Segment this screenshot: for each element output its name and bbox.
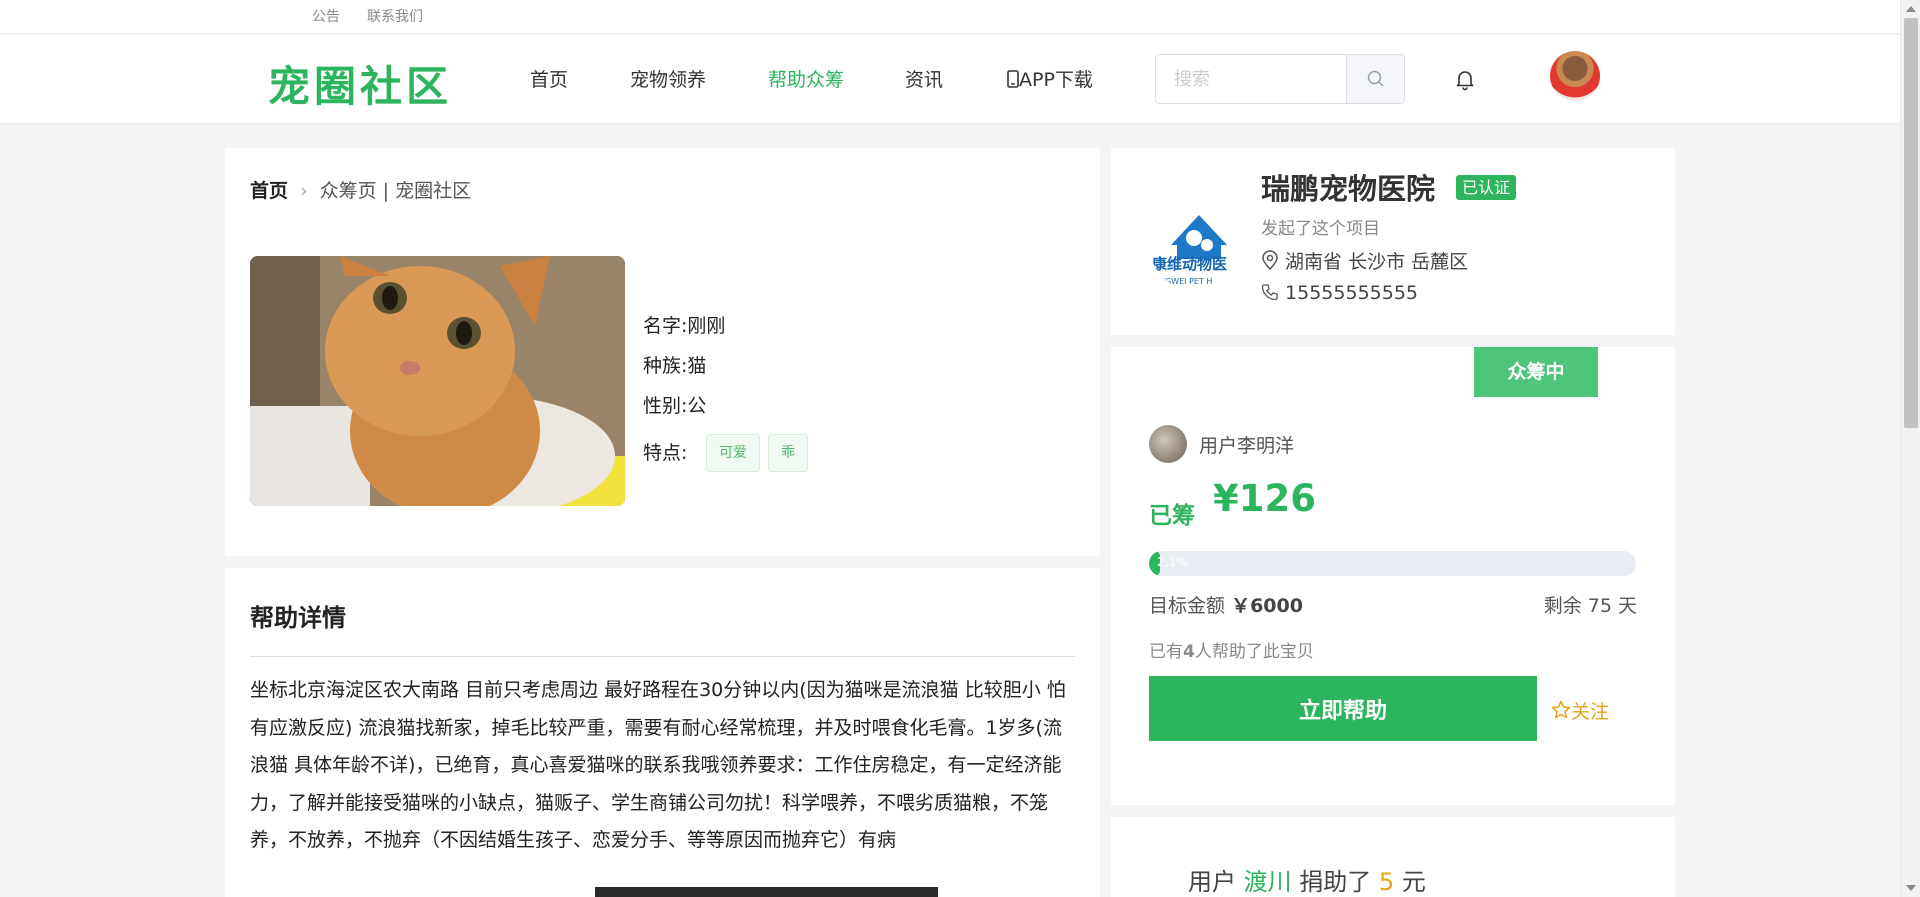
goal-label: 目标金额 — [1149, 595, 1226, 617]
hospital-logo-subtext: NGWEI PET H — [1159, 277, 1212, 286]
donation-unit: 元 — [1401, 868, 1426, 896]
nav-home[interactable]: 首页 — [530, 65, 568, 92]
pet-info-card: 首页 › 众筹页 | 宠圈社区 名字:刚刚 种族:猫 性别:公 特点: 可爱 乖 — [225, 148, 1100, 556]
pet-gender: 公 — [687, 395, 707, 417]
detail-image — [595, 887, 938, 897]
nav-app-label: APP下载 — [1019, 69, 1093, 91]
trait-tag: 可爱 — [706, 434, 760, 472]
notice-link[interactable]: 公告 — [312, 6, 340, 26]
user-avatar[interactable] — [1550, 51, 1600, 101]
pet-traits-label: 特点: — [643, 442, 688, 464]
page-scrollbar[interactable] — [1900, 0, 1920, 897]
divider — [250, 656, 1075, 657]
verified-badge: 已认证 — [1456, 175, 1517, 200]
goal-value: ￥6000 — [1231, 595, 1303, 617]
breadcrumb: 首页 › 众筹页 | 宠圈社区 — [250, 176, 471, 203]
raised-label: 已筹 — [1149, 503, 1195, 529]
chevron-right-icon: › — [300, 180, 308, 202]
donation-record: 用户 渡川 捐助了 5 元 — [1188, 862, 1426, 897]
helpers-number: 4 — [1183, 642, 1195, 662]
hospital-logo-text: 康维动物医 — [1152, 255, 1227, 273]
kitten-image — [250, 256, 625, 506]
pet-species-row: 种族:猫 — [643, 351, 706, 378]
site-logo[interactable]: 宠圈社区 — [268, 53, 452, 114]
campaign-user-name[interactable]: 用户李明洋 — [1199, 431, 1294, 458]
main-header: 宠圈社区 首页 宠物领养 帮助众筹 资讯 APP下载 — [0, 35, 1900, 123]
hospital-phone-text: 15555555555 — [1285, 282, 1419, 304]
helpers-count: 已有4人帮助了此宝贝 — [1149, 637, 1314, 662]
pet-species-label: 种族: — [643, 355, 688, 377]
scroll-thumb[interactable] — [1904, 18, 1918, 428]
hospital-logo-image: 康维动物医 NGWEI PET H — [1150, 194, 1248, 292]
nav-app-download[interactable]: APP下载 — [1007, 65, 1093, 92]
helpers-prefix: 已有 — [1149, 642, 1183, 662]
bell-icon[interactable] — [1453, 67, 1477, 91]
contact-link[interactable]: 联系我们 — [367, 6, 423, 26]
pet-name: 刚刚 — [687, 315, 726, 337]
campaign-user-avatar[interactable] — [1149, 425, 1187, 463]
breadcrumb-home[interactable]: 首页 — [250, 180, 288, 202]
breadcrumb-current: 众筹页 | 宠圈社区 — [319, 180, 472, 202]
donor-name[interactable]: 渡川 — [1244, 868, 1292, 896]
donation-record-card: 用户 渡川 捐助了 5 元 — [1111, 817, 1675, 897]
goal-amount: 目标金额 ￥6000 — [1149, 591, 1303, 618]
star-icon — [1551, 700, 1571, 719]
help-now-button[interactable]: 立即帮助 — [1149, 676, 1537, 741]
pet-gender-label: 性别: — [643, 395, 688, 417]
nav-news[interactable]: 资讯 — [905, 65, 943, 92]
location-icon — [1262, 250, 1278, 271]
detail-text: 坐标北京海淀区农大南路 目前只考虑周边 最好路程在30分钟以内(因为猫咪是流浪猫… — [250, 679, 1066, 851]
scroll-down-arrow[interactable] — [1906, 885, 1916, 891]
nav-adoption[interactable]: 宠物领养 — [630, 65, 706, 92]
progress-text: 2.1% — [1157, 555, 1188, 569]
search-button[interactable] — [1346, 55, 1404, 103]
phone-icon — [1007, 70, 1019, 88]
hospital-location: 湖南省 长沙市 岳麓区 — [1261, 247, 1468, 274]
status-badge: 众筹中 — [1474, 347, 1598, 397]
pet-gender-row: 性别:公 — [643, 391, 706, 418]
pet-name-row: 名字:刚刚 — [643, 311, 725, 338]
help-details-card: 帮助详情 坐标北京海淀区农大南路 目前只考虑周边 最好路程在30分钟以内(因为猫… — [225, 568, 1100, 897]
follow-button[interactable]: 关注 — [1551, 697, 1609, 724]
progress-bar: 2.1% — [1149, 551, 1636, 576]
raised-amount: ¥126 — [1213, 477, 1316, 520]
trait-tag: 乖 — [768, 434, 808, 472]
hospital-phone: 15555555555 — [1261, 282, 1418, 304]
detail-title: 帮助详情 — [250, 604, 346, 632]
donation-middle: 捐助了 — [1299, 868, 1372, 896]
hospital-location-text: 湖南省 长沙市 岳麓区 — [1285, 251, 1469, 273]
follow-label: 关注 — [1571, 701, 1610, 723]
remaining-days: 剩余 75 天 — [1543, 595, 1637, 617]
hospital-name[interactable]: 瑞鹏宠物医院 — [1261, 166, 1435, 208]
hospital-logo[interactable]: 康维动物医 NGWEI PET H — [1149, 193, 1249, 293]
pet-name-label: 名字: — [643, 315, 688, 337]
donation-prefix: 用户 — [1188, 868, 1236, 896]
crowdfunding-card: 众筹中 用户李明洋 已筹 ¥126 2.1% 目标金额 ￥6000 剩余 75 … — [1111, 347, 1675, 805]
search-icon — [1367, 70, 1384, 87]
pet-traits-row: 特点: — [643, 438, 687, 465]
initiated-text: 发起了这个项目 — [1261, 219, 1380, 239]
nav-crowdfunding[interactable]: 帮助众筹 — [768, 65, 844, 92]
hospital-card: 康维动物医 NGWEI PET H 瑞鹏宠物医院 已认证 发起了这个项目 湖南省… — [1111, 148, 1675, 335]
search-input[interactable] — [1156, 55, 1346, 103]
search-box — [1155, 54, 1405, 104]
scroll-up-arrow[interactable] — [1906, 6, 1916, 12]
donation-amount: 5 — [1378, 868, 1395, 896]
helpers-suffix: 人帮助了此宝贝 — [1194, 642, 1314, 662]
phone-call-icon — [1261, 284, 1278, 301]
top-bar: 公告 联系我们 — [0, 0, 1900, 34]
pet-species: 猫 — [687, 355, 707, 377]
pet-photo — [250, 256, 625, 506]
